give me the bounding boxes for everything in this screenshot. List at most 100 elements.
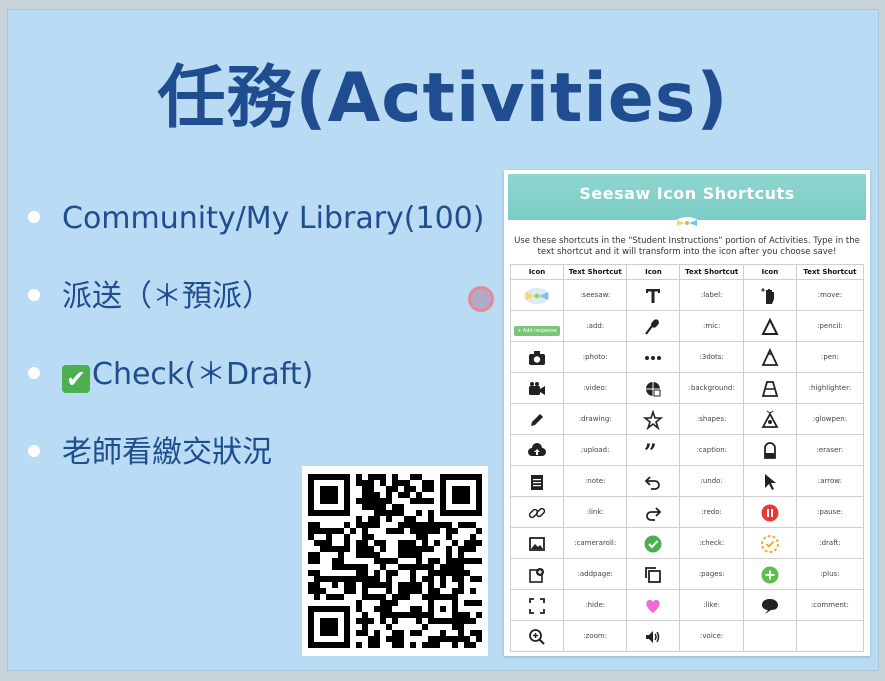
zoom-icon — [510, 620, 564, 652]
shortcut-code: :label: — [679, 279, 744, 311]
laser-pointer-icon — [468, 286, 494, 312]
qr-code-icon — [308, 474, 482, 648]
shortcut-code: :voice: — [679, 620, 744, 652]
shortcut-code: :video: — [562, 372, 628, 404]
text-t-icon — [626, 279, 681, 311]
bullet-dot-icon — [28, 445, 40, 457]
table-row: :hide::like::comment: — [510, 589, 865, 621]
shortcut-code: :comment: — [795, 589, 865, 621]
shapes-icon — [626, 403, 681, 435]
shortcut-code: :move: — [795, 279, 865, 311]
speaker-icon — [626, 620, 681, 652]
drawing-pencil-icon — [510, 403, 564, 435]
seesaw-shortcuts-card: Seesaw Icon Shortcuts Use these shortcut… — [504, 170, 870, 656]
shortcut-code: :draft: — [795, 527, 865, 559]
heart-icon — [626, 589, 681, 621]
shortcut-code: :pencil: — [795, 310, 865, 342]
shortcut-code: :seesaw: — [562, 279, 628, 311]
bullet-list: Community/My Library(100) 派送（＊預派） ✔ Check… — [28, 195, 484, 507]
arrow-cursor-icon — [742, 465, 797, 497]
hide-icon — [510, 589, 564, 621]
shortcut-code: :check: — [679, 527, 744, 559]
qr-code — [302, 466, 488, 656]
shortcut-code: :hide: — [562, 589, 628, 621]
shortcut-code: :shapes: — [679, 403, 744, 435]
plus-icon — [742, 558, 797, 590]
check-mark-icon: ✔ — [62, 365, 90, 393]
add-response-button-label: + Add response — [514, 325, 560, 336]
add-page-icon — [510, 558, 564, 590]
microphone-icon — [626, 310, 681, 342]
shortcut-code: :drawing: — [562, 403, 628, 435]
slide: 任務(Activities) Community/My Library(100)… — [8, 10, 878, 670]
table-header-cell: Text Shortcut — [795, 264, 865, 280]
shortcut-code: :zoom: — [562, 620, 628, 652]
table-row: :addpage: :pages: :plus: — [510, 558, 865, 590]
shortcut-code: :eraser: — [795, 434, 865, 466]
table-row: :video: :background: :highlighter: — [510, 372, 865, 404]
bullet-dot-icon — [28, 289, 40, 301]
shortcut-code: :pause: — [795, 496, 865, 528]
table-header-cell: Icon — [742, 264, 797, 280]
shortcut-code: :arrow: — [795, 465, 865, 497]
table-header-cell: Icon — [626, 264, 681, 280]
draft-icon — [742, 527, 797, 559]
link-icon — [510, 496, 564, 528]
three-dots-icon — [626, 341, 681, 373]
pen-tool-icon — [742, 341, 797, 373]
note-icon — [510, 465, 564, 497]
bullet-dot-icon — [28, 367, 40, 379]
bullet-dot-icon — [28, 211, 40, 223]
table-header-row: Icon Text Shortcut Icon Text Shortcut Icon Te… — [510, 264, 865, 280]
comment-icon — [742, 589, 797, 621]
shortcut-code: :redo: — [679, 496, 744, 528]
table-row: :link::redo::pause: — [510, 496, 865, 528]
shortcut-code: :undo: — [679, 465, 744, 497]
pages-icon — [626, 558, 681, 590]
bullet-item: 派送（＊預派） — [28, 273, 484, 351]
table-row: + Add response:add: :mic: :pencil: — [510, 310, 865, 342]
bullet-text: 老師看繳交狀況 — [62, 435, 272, 470]
shortcut-code: :3dots: — [679, 341, 744, 373]
shortcut-code — [795, 620, 865, 652]
shortcut-code: :addpage: — [562, 558, 628, 590]
camera-icon — [510, 341, 564, 373]
move-hand-icon — [742, 279, 797, 311]
shortcut-code: :pages: — [679, 558, 744, 590]
shortcut-code: :mic: — [679, 310, 744, 342]
shortcut-code: :add: — [562, 310, 628, 342]
pause-icon — [742, 496, 797, 528]
bullet-item: ✔ Check(＊Draft) — [28, 351, 484, 429]
table-row: :cameraroll: :check: :draft: — [510, 527, 865, 559]
redo-icon — [626, 496, 681, 528]
bullet-text: Community/My Library(100) — [62, 201, 485, 236]
pencil-tool-icon — [742, 310, 797, 342]
card-intro-text: Use these shortcuts in the "Student Inst… — [514, 236, 860, 257]
shortcut-code: :plus: — [795, 558, 865, 590]
card-title: Seesaw Icon Shortcuts — [508, 174, 866, 220]
shortcut-code: :pen: — [795, 341, 865, 373]
seesaw-logo-icon — [675, 217, 699, 229]
shortcut-code: :highlighter: — [795, 372, 865, 404]
upload-cloud-icon — [510, 434, 564, 466]
check-icon — [626, 527, 681, 559]
background-icon — [626, 372, 681, 404]
table-header-cell: Icon — [510, 264, 564, 280]
bullet-text: Check(＊Draft) — [92, 357, 314, 392]
highlighter-icon — [742, 372, 797, 404]
glowpen-icon — [742, 403, 797, 435]
shortcut-code: :note: — [562, 465, 628, 497]
camera-roll-icon — [510, 527, 564, 559]
svg-text:”: ” — [644, 441, 657, 461]
undo-icon — [626, 465, 681, 497]
eraser-icon — [742, 434, 797, 466]
shortcut-code: :caption: — [679, 434, 744, 466]
shortcut-code: :background: — [679, 372, 744, 404]
slide-title: 任務(Activities) — [157, 59, 729, 138]
shortcut-code: :cameraroll: — [562, 527, 628, 559]
empty-icon-cell — [742, 620, 797, 652]
add-response-icon: + Add response — [510, 310, 564, 342]
table-row: :seesaw: :label: :move: — [510, 279, 865, 311]
table-row: :note: :undo: :arrow: — [510, 465, 865, 497]
table-header-cell: Text Shortcut — [562, 264, 628, 280]
